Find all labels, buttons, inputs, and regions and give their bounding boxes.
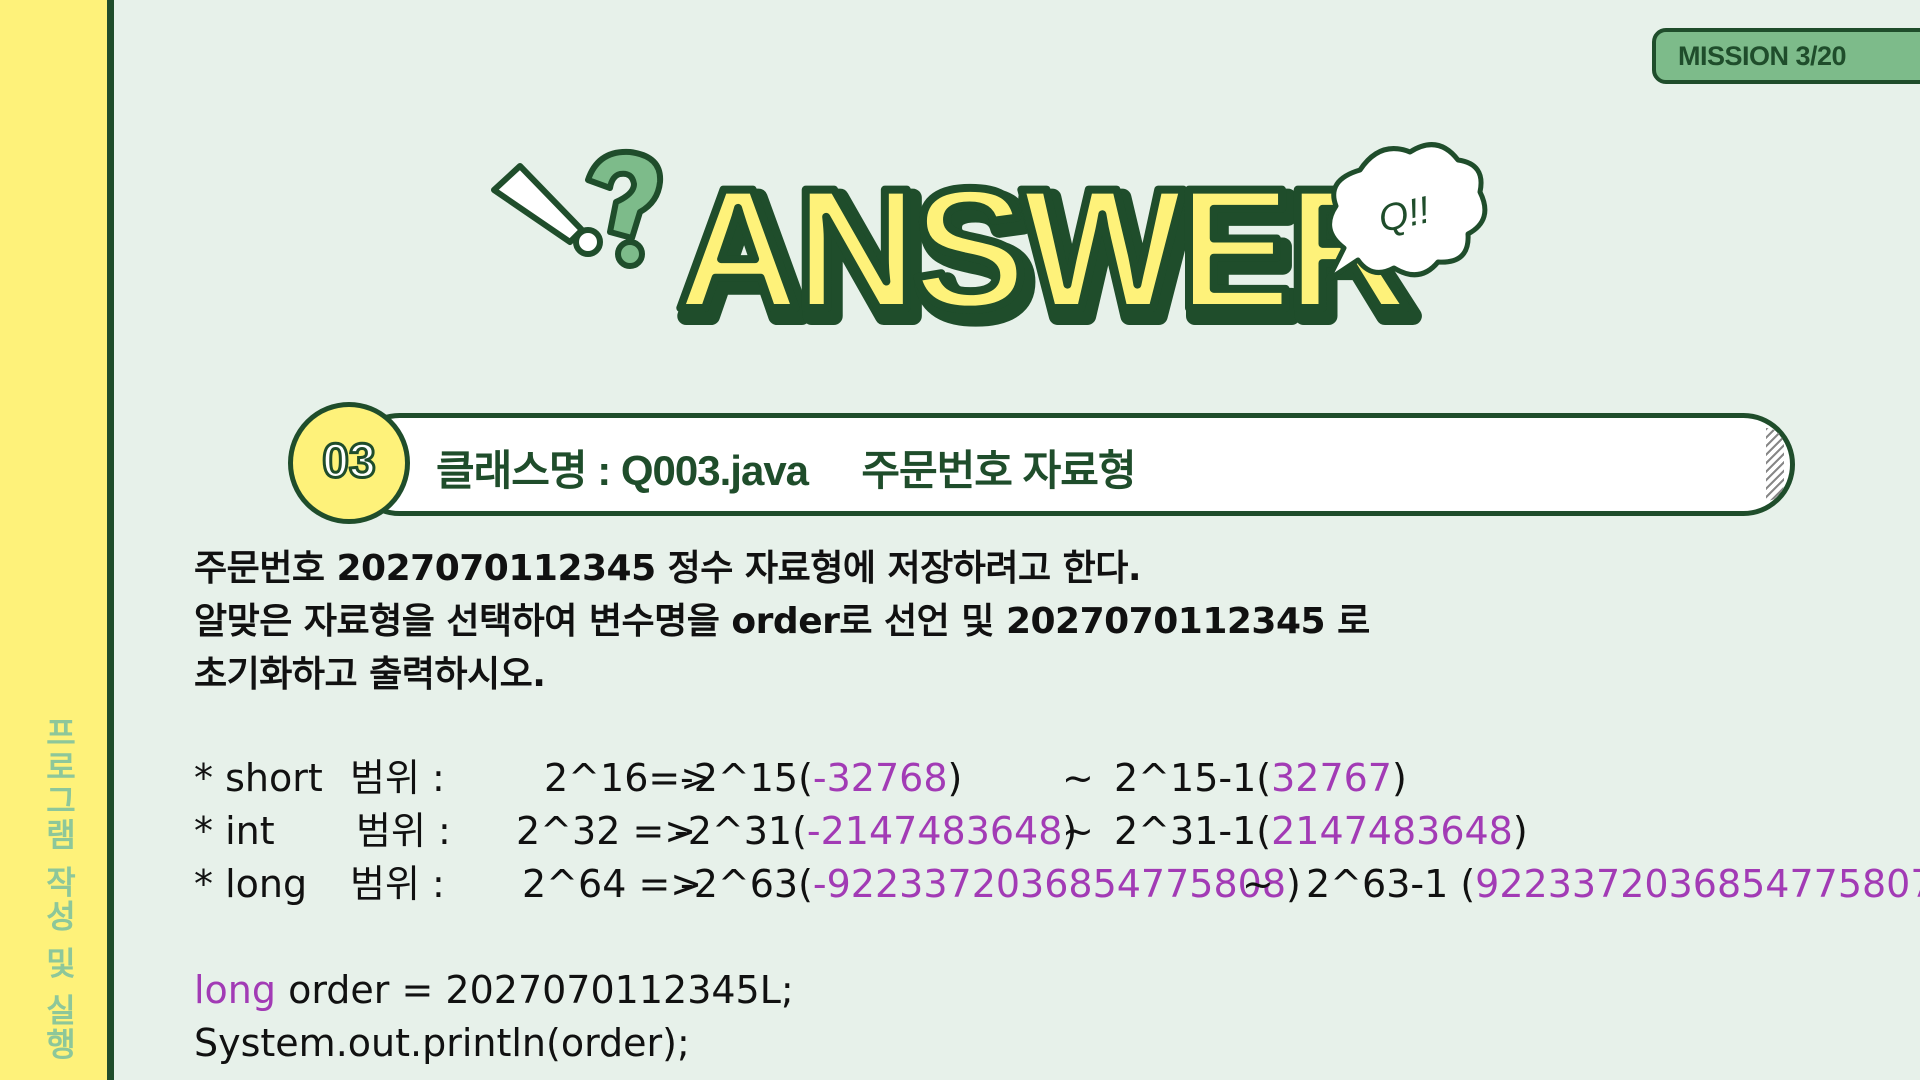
description-line: 초기화하고 출력하시오. (194, 654, 546, 695)
code-keyword: long (194, 968, 277, 1012)
range-type: * long (194, 862, 308, 906)
answer-title-art: ANSWER ANSWER Q!! (491, 142, 1488, 330)
mission-badge: MISSION 3/20 (1652, 28, 1920, 84)
code-answer: long order = 2027070112345L; System.out.p… (194, 964, 794, 1070)
range-max-close: ) (1391, 756, 1407, 800)
range-min-close: ) (947, 756, 963, 800)
range-max-close: ) (1512, 809, 1528, 853)
range-label: 범위 : (356, 809, 451, 853)
range-label: 범위 : (350, 862, 445, 906)
answer-title-fill: ANSWER (676, 153, 1407, 330)
sidebar-label: 프로그램 작성 및 실행 (40, 716, 78, 1062)
range-power: 2^64 => (522, 862, 703, 906)
range-type: * short (194, 756, 323, 800)
exclamation-icon (491, 163, 603, 257)
code-line-1: long order = 2027070112345L; (194, 964, 794, 1017)
code-line-1-rest: order = 2027070112345L; (276, 968, 794, 1012)
sidebar: 프로그램 작성 및 실행 (0, 0, 114, 1080)
range-min-value: -9223372036854775808 (812, 862, 1286, 906)
range-min-value: -2147483648 (806, 809, 1063, 853)
range-min-close: ) (1286, 862, 1301, 906)
range-type: * int (194, 809, 275, 853)
range-power: 2^32 => (516, 809, 697, 853)
range-max-value: 32767 (1271, 756, 1392, 800)
range-min-expr: -2^31( (674, 809, 807, 853)
range-max-value: 9223372036854775807 (1475, 862, 1920, 906)
range-tilde: ~ (1062, 756, 1094, 800)
range-tilde: ~ (1242, 862, 1274, 906)
question-bar-hatch (1766, 428, 1784, 501)
range-max-expr: 2^15-1( (1114, 756, 1272, 800)
range-max: 2^15-1(32767) (1114, 752, 1407, 805)
question-number-badge: 03 (288, 402, 410, 524)
range-max-expr: 2^31-1( (1114, 809, 1272, 853)
range-label: 범위 : (350, 756, 445, 800)
range-min-expr: -2^63( (680, 862, 813, 906)
range-max-expr: 2^63-1 ( (1306, 862, 1476, 906)
range-min-expr: -2^15( (680, 756, 813, 800)
range-max: 2^63-1 (9223372036854775807) (1306, 858, 1920, 911)
description-line: 알맞은 자료형을 선택하여 변수명을 order로 선언 및 202707011… (194, 601, 1370, 642)
code-line-2: System.out.println(order); (194, 1021, 690, 1065)
range-min: -2^31(-2147483648) (674, 805, 1077, 858)
range-min: -2^63(-9223372036854775808) (680, 858, 1301, 911)
range-min-value: -32768 (812, 756, 948, 800)
range-max: 2^31-1(2147483648) (1114, 805, 1528, 858)
question-description: 주문번호 2027070112345 정수 자료형에 저장하려고 한다. 알맞은… (194, 542, 1370, 701)
range-tilde: ~ (1062, 809, 1094, 853)
description-line: 주문번호 2027070112345 정수 자료형에 저장하려고 한다. (194, 548, 1142, 589)
question-title: 클래스명 : Q003.java 주문번호 자료형 (436, 447, 1137, 494)
range-max-value: 2147483648 (1271, 809, 1513, 853)
range-min: -2^15(-32768) (680, 752, 962, 805)
